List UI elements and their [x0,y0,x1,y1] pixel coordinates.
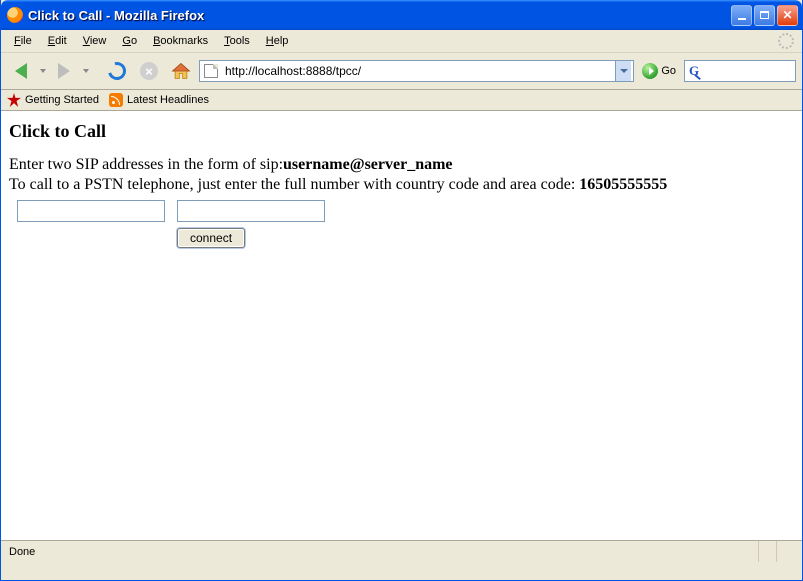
activity-throbber-icon [778,33,794,49]
instruction-line-2: To call to a PSTN telephone, just enter … [9,176,794,194]
menubar: File Edit View Go Bookmarks Tools Help [1,30,802,53]
google-search-icon: G [689,63,699,79]
bookmark-icon [7,93,21,107]
bookmark-label: Latest Headlines [127,94,209,106]
connect-button[interactable]: connect [177,228,245,248]
nav-toolbar: × Go G [1,53,802,90]
sip-address-input-1[interactable] [17,200,165,222]
forward-history-dropdown[interactable] [83,69,89,73]
status-cell [758,541,776,562]
page-icon [204,64,218,78]
back-button[interactable] [7,57,35,85]
menu-bookmarks[interactable]: Bookmarks [146,33,215,49]
home-icon [171,61,191,81]
window-close-button[interactable]: ✕ [777,5,798,26]
sip-address-input-2[interactable] [177,200,325,222]
window-titlebar: Click to Call - Mozilla Firefox ✕ [1,0,802,30]
window-minimize-button[interactable] [731,5,752,26]
menu-edit[interactable]: Edit [41,33,74,49]
menu-tools[interactable]: Tools [217,33,257,49]
go-label: Go [661,65,676,77]
search-input[interactable] [702,63,791,79]
go-icon [642,63,658,79]
home-button[interactable] [167,57,195,85]
page-content: Click to Call Enter two SIP addresses in… [1,111,802,540]
window-title: Click to Call - Mozilla Firefox [28,8,731,23]
reload-icon [105,59,130,84]
window-maximize-button[interactable] [754,5,775,26]
firefox-icon [7,7,23,23]
reload-button[interactable] [103,57,131,85]
go-button[interactable]: Go [638,63,680,79]
stop-button[interactable]: × [135,57,163,85]
bookmark-label: Getting Started [25,94,99,106]
address-input[interactable] [223,63,610,79]
forward-button[interactable] [50,57,78,85]
menu-file[interactable]: File [7,33,39,49]
instruction-line-1: Enter two SIP addresses in the form of s… [9,156,794,174]
statusbar: Done [1,540,802,562]
address-dropdown-button[interactable] [615,61,631,81]
menu-help[interactable]: Help [259,33,296,49]
bookmarks-toolbar: Getting Started Latest Headlines [1,90,802,111]
address-bar[interactable] [199,60,634,82]
page-heading: Click to Call [9,121,794,142]
menu-go[interactable]: Go [115,33,144,49]
rss-icon [109,93,123,107]
status-text: Done [9,546,35,558]
stop-icon: × [140,62,158,80]
status-cell [776,541,794,562]
search-box[interactable]: G [684,60,796,82]
bookmark-latest-headlines[interactable]: Latest Headlines [109,93,209,107]
menu-view[interactable]: View [76,33,114,49]
back-history-dropdown[interactable] [40,69,46,73]
bookmark-getting-started[interactable]: Getting Started [7,93,99,107]
